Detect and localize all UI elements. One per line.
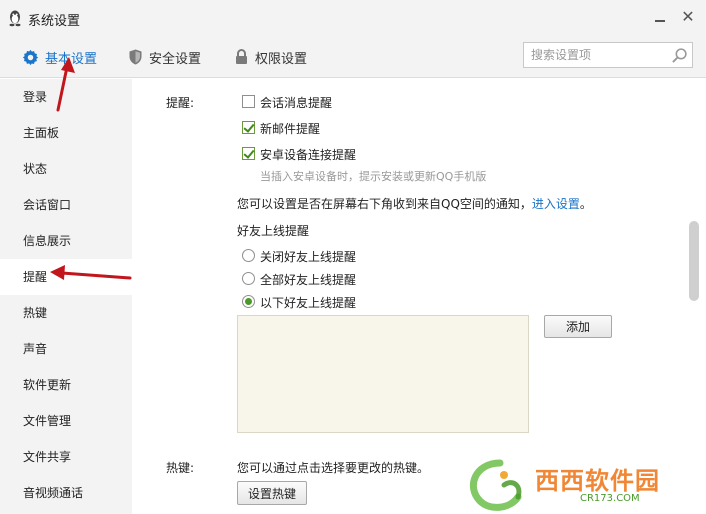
selected-friend-online-label: 以下好友上线提醒 [260, 296, 357, 310]
sidebar-item-reminder[interactable]: 提醒 [0, 259, 132, 295]
sidebar-item-av-call[interactable]: 音视频通话 [0, 475, 132, 511]
new-mail-reminder-checkbox[interactable] [242, 121, 255, 134]
tab-label: 基本设置 [45, 51, 98, 67]
all-friend-online-label: 全部好友上线提醒 [260, 273, 357, 287]
settings-sidebar: 登录 主面板 状态 会话窗口 信息展示 提醒 热键 声音 软件更新 文件管理 文… [0, 79, 132, 514]
selected-friend-online-radio[interactable] [242, 295, 255, 308]
close-icon: ✕ [681, 7, 695, 26]
sidebar-item-software-update[interactable]: 软件更新 [0, 367, 132, 403]
qzone-notice-text: 您可以设置是否在屏幕右下角收到来自QQ空间的通知， [237, 197, 532, 211]
chat-message-reminder-label: 会话消息提醒 [260, 96, 333, 110]
sidebar-item-file-sharing[interactable]: 文件共享 [0, 439, 132, 475]
tab-basic-settings[interactable]: 基本设置 [22, 36, 97, 78]
gear-icon [22, 49, 39, 65]
settings-content: 提醒: 会话消息提醒 新邮件提醒 安卓设备连接提醒 当插入安卓设备时，提示安装或… [132, 79, 706, 514]
all-friend-online-radio[interactable] [242, 272, 255, 285]
watermark-text: 西西软件园 [535, 467, 660, 495]
friend-list-box[interactable] [237, 315, 529, 433]
window-title: 系统设置 [28, 14, 81, 29]
settings-tab-bar: 基本设置 安全设置 权限设置 [0, 36, 706, 78]
sidebar-item-chat-window[interactable]: 会话窗口 [0, 187, 132, 223]
minimize-icon [655, 20, 665, 22]
add-friend-button[interactable]: 添加 [544, 315, 612, 338]
watermark-logo: 西西软件园 CR173.COM [460, 457, 702, 513]
set-hotkey-button[interactable]: 设置热键 [237, 481, 307, 505]
watermark-swirl-icon [469, 459, 522, 511]
new-mail-reminder-label: 新邮件提醒 [260, 122, 321, 136]
hotkey-section-label: 热键: [166, 461, 195, 475]
watermark-subtext: CR173.COM [580, 493, 640, 504]
chat-message-reminder-checkbox[interactable] [242, 95, 255, 108]
hotkey-description: 您可以通过点击选择要更改的热键。 [237, 461, 430, 475]
sidebar-item-login[interactable]: 登录 [0, 79, 132, 115]
qq-penguin-icon [9, 10, 21, 27]
friend-online-title: 好友上线提醒 [237, 224, 310, 238]
lock-icon [236, 49, 247, 64]
shield-icon [129, 49, 142, 65]
qzone-notice: 您可以设置是否在屏幕右下角收到来自QQ空间的通知，进入设置。 [237, 195, 592, 212]
disable-friend-online-radio[interactable] [242, 249, 255, 262]
scrollbar-thumb[interactable] [689, 221, 699, 301]
search-box [523, 42, 693, 68]
android-device-reminder-label: 安卓设备连接提醒 [260, 148, 357, 162]
minimize-button[interactable] [650, 8, 670, 28]
sidebar-item-sound[interactable]: 声音 [0, 331, 132, 367]
android-device-reminder-checkbox[interactable] [242, 147, 255, 160]
disable-friend-online-label: 关闭好友上线提醒 [260, 250, 357, 264]
sidebar-item-status[interactable]: 状态 [0, 151, 132, 187]
reminder-section-label: 提醒: [166, 96, 195, 110]
search-input[interactable] [524, 43, 664, 67]
tab-label: 安全设置 [149, 51, 202, 67]
tab-label: 权限设置 [255, 51, 308, 67]
search-icon[interactable] [671, 47, 688, 64]
title-bar: 系统设置 ✕ [0, 0, 706, 36]
sidebar-item-info-display[interactable]: 信息展示 [0, 223, 132, 259]
sidebar-item-file-management[interactable]: 文件管理 [0, 403, 132, 439]
sidebar-item-hotkey[interactable]: 热键 [0, 295, 132, 331]
sidebar-item-main-panel[interactable]: 主面板 [0, 115, 132, 151]
tab-security-settings[interactable]: 安全设置 [128, 36, 201, 78]
close-button[interactable]: ✕ [678, 7, 698, 27]
qzone-notice-end: 。 [579, 197, 592, 211]
qzone-settings-link[interactable]: 进入设置 [532, 197, 580, 211]
android-hint-text: 当插入安卓设备时，提示安装或更新QQ手机版 [260, 170, 487, 183]
tab-permission-settings[interactable]: 权限设置 [234, 36, 307, 78]
